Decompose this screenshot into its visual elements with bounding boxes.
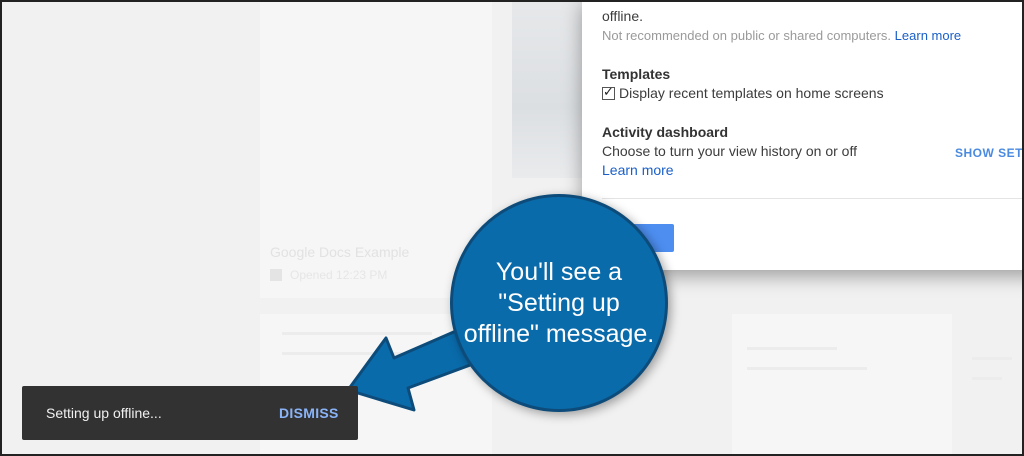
background-doc-thumbnail: [512, 2, 582, 178]
templates-checkbox-label: Display recent templates on home screens: [619, 85, 884, 101]
background-text-line: [972, 377, 1002, 380]
offline-description-tail: offline.: [602, 8, 643, 24]
background-doc-card: [732, 314, 952, 454]
templates-heading: Templates: [602, 66, 671, 82]
activity-dashboard-description: Choose to turn your view history on or o…: [602, 143, 857, 159]
activity-learn-more-link[interactable]: Learn more: [602, 162, 674, 178]
offline-learn-more-link[interactable]: Learn more: [895, 28, 961, 43]
callout-text: You'll see a "Setting up offline" messag…: [463, 258, 655, 348]
callout-bubble: You'll see a "Setting up offline" messag…: [450, 194, 668, 412]
background-text-line: [972, 357, 1012, 360]
snackbar-message: Setting up offline...: [46, 405, 162, 421]
dialog-divider: [602, 198, 1022, 199]
offline-warning: Not recommended on public or shared comp…: [602, 28, 961, 43]
background-text-line: [282, 352, 402, 355]
show-settings-button[interactable]: SHOW SETT: [955, 146, 1022, 160]
background-text-line: [282, 332, 432, 335]
activity-dashboard-heading: Activity dashboard: [602, 124, 729, 140]
background-text-line: [747, 367, 867, 370]
background-doc-meta: Opened 12:23 PM: [270, 268, 387, 282]
setting-up-offline-snackbar: Setting up offline... DISMISS: [22, 386, 358, 440]
background-doc-title: Google Docs Example: [270, 244, 410, 260]
offline-warning-text: Not recommended on public or shared comp…: [602, 28, 892, 43]
background-text-line: [747, 347, 837, 350]
dismiss-button[interactable]: DISMISS: [279, 405, 339, 421]
screenshot-frame: Google Docs Example Opened 12:23 PM offl…: [0, 0, 1024, 456]
templates-option[interactable]: Display recent templates on home screens: [602, 84, 884, 101]
templates-checkbox[interactable]: [602, 84, 615, 100]
